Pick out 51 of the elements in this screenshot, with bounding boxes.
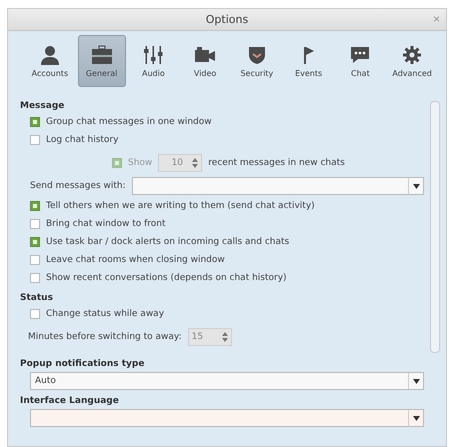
checkbox[interactable] — [30, 237, 40, 247]
checkbox[interactable] — [30, 309, 40, 319]
section-heading: Interface Language — [20, 396, 120, 406]
checkbox[interactable] — [30, 135, 40, 145]
checkbox[interactable] — [30, 201, 40, 211]
settings-tab[interactable]: Chat — [336, 35, 384, 87]
spinbox-value: 10 — [172, 158, 184, 168]
dropdown-button[interactable] — [408, 178, 423, 194]
dropdown-value: Auto — [35, 376, 56, 386]
mixer-icon — [142, 44, 164, 64]
section-heading: Popup notifications type — [20, 359, 146, 369]
dropdown-button[interactable] — [408, 410, 423, 426]
checkbox-label: Log chat history — [46, 135, 118, 145]
dropdown-button[interactable] — [408, 373, 423, 389]
checkbox-label: Tell others when we are writing to them (send chat activity) — [46, 201, 315, 211]
checkbox-label: Show recent conversations (depends on chat history) — [46, 273, 287, 283]
caret-icon — [412, 416, 420, 420]
checkbox[interactable] — [30, 273, 40, 283]
checkbox-label: Bring chat window to front — [46, 219, 166, 229]
checkbox-label: Show — [128, 158, 152, 168]
spin-arrows-icon[interactable] — [192, 157, 198, 169]
checkbox-label: Use task bar / dock alerts on incoming calls and chats — [46, 237, 290, 247]
field-label: Minutes before switching to away: — [28, 332, 182, 342]
spinbox-value: 15 — [192, 332, 204, 342]
person-icon — [38, 44, 61, 64]
settings-tab[interactable]: Events — [284, 35, 332, 87]
settings-tab[interactable]: Advanced — [388, 35, 436, 87]
checkbox-label: Group chat messages in one window — [46, 117, 212, 127]
settings-tab[interactable]: Security — [233, 35, 281, 87]
checkbox[interactable] — [30, 117, 40, 127]
field-label: Send messages with: — [30, 181, 126, 191]
caret-icon — [412, 378, 420, 384]
settings-tab[interactable]: General — [78, 35, 126, 87]
popup-type-dropdown[interactable]: Auto — [30, 372, 424, 390]
settings-tab[interactable]: Accounts — [26, 35, 74, 87]
scrollbar[interactable] — [430, 101, 440, 353]
section-heading: Status — [20, 293, 54, 303]
camera-icon — [194, 44, 216, 64]
window-title: Options — [206, 13, 248, 26]
settings-tab[interactable]: Video — [181, 35, 229, 87]
briefcase-icon — [90, 44, 113, 64]
caret-icon — [412, 184, 420, 188]
checkbox[interactable] — [30, 255, 40, 265]
section-heading: Message — [20, 101, 66, 111]
checkbox[interactable] — [30, 219, 40, 229]
checkbox-label: Change status while away — [46, 309, 164, 319]
field-label: recent messages in new chats — [208, 158, 345, 168]
settings-tab[interactable]: Audio — [130, 35, 178, 87]
checkbox-label: Leave chat rooms when closing window — [46, 255, 225, 265]
gear-icon — [401, 44, 424, 64]
bubble-icon — [349, 44, 372, 64]
